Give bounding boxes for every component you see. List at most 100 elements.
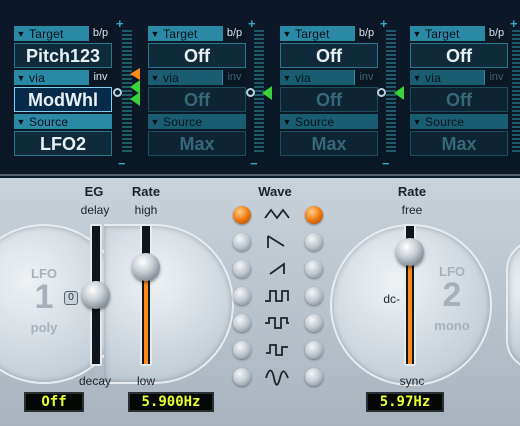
bypass-toggle[interactable]: b/p bbox=[222, 26, 246, 41]
target-value[interactable]: Off bbox=[410, 43, 508, 68]
plus-icon: + bbox=[380, 16, 388, 31]
dropdown-triangle-icon: ▼ bbox=[282, 116, 292, 127]
target-value[interactable]: Off bbox=[280, 43, 378, 68]
meter-segment bbox=[122, 54, 132, 56]
wave-radio-left[interactable] bbox=[233, 314, 251, 332]
via-header[interactable]: ▼ via inv bbox=[14, 70, 112, 85]
source-header[interactable]: ▼ Source bbox=[410, 114, 508, 129]
intensity-slider-4[interactable] bbox=[512, 30, 520, 154]
via-header[interactable]: ▼ via inv bbox=[410, 70, 508, 85]
bypass-toggle[interactable]: b/p bbox=[88, 26, 112, 41]
meter-segment bbox=[254, 118, 264, 120]
intensity-max-arrow-icon[interactable] bbox=[130, 68, 140, 80]
meter-segment bbox=[512, 150, 520, 152]
target-value[interactable]: Pitch123 bbox=[14, 43, 112, 68]
meter-segment bbox=[512, 94, 520, 96]
dc-label: dc- bbox=[383, 292, 400, 306]
source-value[interactable]: Max bbox=[410, 131, 508, 156]
meter-segment bbox=[122, 30, 132, 32]
meter-segment bbox=[386, 50, 396, 52]
dropdown-triangle-icon: ▼ bbox=[16, 28, 26, 39]
meter-segment bbox=[254, 58, 264, 60]
wave-radio-left[interactable] bbox=[233, 260, 251, 278]
intensity-arrow-icon[interactable] bbox=[394, 86, 404, 100]
lfo2-rate-slider-fill bbox=[408, 253, 412, 364]
dropdown-triangle-icon: ▼ bbox=[412, 116, 422, 127]
wave-radio-right[interactable] bbox=[305, 260, 323, 278]
meter-segment bbox=[254, 38, 264, 40]
meter-segment bbox=[386, 114, 396, 116]
eg-label: EG bbox=[84, 184, 104, 199]
wave-radio-right[interactable] bbox=[305, 314, 323, 332]
source-value[interactable]: LFO2 bbox=[14, 131, 112, 156]
target-header[interactable]: ▼ Target b/p bbox=[14, 26, 112, 41]
meter-segment bbox=[386, 138, 396, 140]
wave-radio-right[interactable] bbox=[305, 206, 323, 224]
connector-icon bbox=[113, 88, 122, 97]
invert-toggle[interactable]: inv bbox=[88, 70, 112, 85]
lfo1-zero-button[interactable]: 0 bbox=[64, 291, 78, 305]
wave-radio-right[interactable] bbox=[305, 341, 323, 359]
via-value[interactable]: Off bbox=[410, 87, 508, 112]
via-value[interactable]: Off bbox=[280, 87, 378, 112]
via-label: via bbox=[295, 70, 311, 85]
wave-radio-right[interactable] bbox=[305, 368, 323, 386]
source-header[interactable]: ▼ Source bbox=[14, 114, 112, 129]
target-header[interactable]: ▼ Target b/p bbox=[410, 26, 508, 41]
meter-segment bbox=[386, 70, 396, 72]
invert-toggle[interactable]: inv bbox=[354, 70, 378, 85]
source-value[interactable]: Max bbox=[280, 131, 378, 156]
rate-slider-track[interactable] bbox=[140, 224, 152, 366]
invert-toggle[interactable]: inv bbox=[222, 70, 246, 85]
meter-segment bbox=[512, 74, 520, 76]
lfo2-rate-slider-knob[interactable] bbox=[396, 237, 424, 266]
wave-radio-right[interactable] bbox=[305, 233, 323, 251]
meter-segment bbox=[122, 42, 132, 44]
meter-segment bbox=[254, 142, 264, 144]
wave-radio-right[interactable] bbox=[305, 287, 323, 305]
lfo-panel: LFO 1 poly 0 EG delay decay Rate high lo… bbox=[0, 178, 520, 426]
target-header[interactable]: ▼ Target b/p bbox=[148, 26, 246, 41]
square-unipolar-icon bbox=[265, 290, 289, 302]
wave-radio-left[interactable] bbox=[233, 233, 251, 251]
via-header[interactable]: ▼ via inv bbox=[148, 70, 246, 85]
connector-icon bbox=[246, 88, 255, 97]
wave-radio-left[interactable] bbox=[233, 287, 251, 305]
square-bipolar-icon bbox=[265, 317, 289, 329]
meter-segment bbox=[386, 30, 396, 32]
wave-radio-left[interactable] bbox=[233, 341, 251, 359]
intensity-arrow-icon[interactable] bbox=[130, 92, 140, 106]
meter-segment bbox=[122, 46, 132, 48]
meter-segment bbox=[512, 46, 520, 48]
meter-segment bbox=[512, 90, 520, 92]
target-header[interactable]: ▼ Target b/p bbox=[280, 26, 378, 41]
meter-segment bbox=[386, 34, 396, 36]
bypass-toggle[interactable]: b/p bbox=[354, 26, 378, 41]
meter-segment bbox=[122, 58, 132, 60]
source-label: Source bbox=[295, 114, 335, 129]
meter-segment bbox=[512, 114, 520, 116]
smooth-random-icon bbox=[265, 369, 289, 386]
intensity-arrow-icon[interactable] bbox=[262, 86, 272, 100]
rate-slider-knob[interactable] bbox=[132, 252, 160, 281]
rate-bottom-label: low bbox=[136, 374, 155, 388]
source-header[interactable]: ▼ Source bbox=[280, 114, 378, 129]
via-value[interactable]: ModWhl bbox=[14, 87, 112, 112]
meter-segment bbox=[254, 78, 264, 80]
eg-slider-knob[interactable] bbox=[82, 281, 110, 309]
via-header[interactable]: ▼ via inv bbox=[280, 70, 378, 85]
target-value[interactable]: Off bbox=[148, 43, 246, 68]
source-value[interactable]: Max bbox=[148, 131, 246, 156]
dropdown-triangle-icon: ▼ bbox=[412, 28, 422, 39]
wave-radio-left[interactable] bbox=[233, 368, 251, 386]
wave-radio-left[interactable] bbox=[233, 206, 251, 224]
eg-bottom-label: decay bbox=[78, 374, 112, 388]
via-value[interactable]: Off bbox=[148, 87, 246, 112]
invert-toggle[interactable]: inv bbox=[484, 70, 508, 85]
bypass-toggle[interactable]: b/p bbox=[484, 26, 508, 41]
meter-segment bbox=[512, 142, 520, 144]
source-header[interactable]: ▼ Source bbox=[148, 114, 246, 129]
rate-label: Rate bbox=[131, 184, 161, 199]
lfo2-rate-bottom-label: sync bbox=[399, 374, 425, 388]
meter-segment bbox=[512, 42, 520, 44]
